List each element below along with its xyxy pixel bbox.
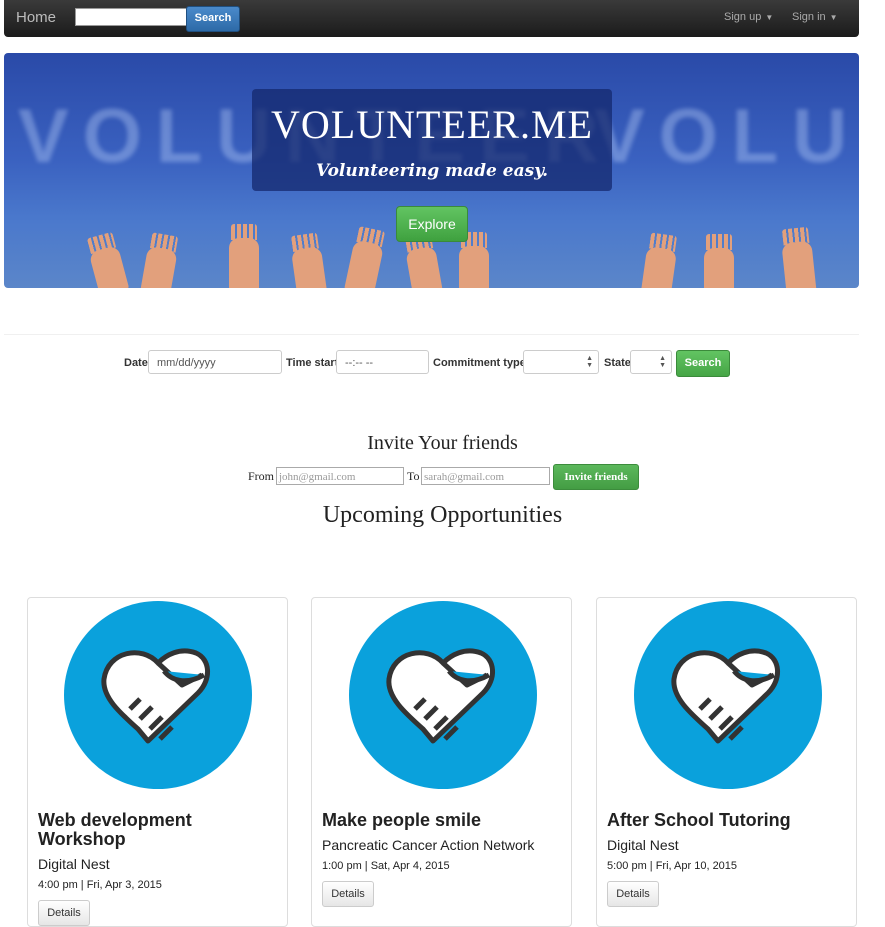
card-organization: Digital Nest [607, 837, 679, 853]
state-select[interactable]: ▲ ▼ [630, 350, 672, 374]
raised-hand-image [704, 234, 734, 288]
card-time: 1:00 pm | Sat, Apr 4, 2015 [322, 860, 450, 872]
section-divider [4, 290, 859, 335]
date-label: Date [124, 357, 148, 369]
hero-tagline: Volunteering made easy. [315, 161, 549, 181]
hero-background-text: VOLUNTEER [594, 94, 859, 179]
raised-hand-image [405, 245, 443, 288]
explore-button[interactable]: Explore [396, 206, 468, 242]
filter-search-button[interactable]: Search [676, 350, 730, 377]
invite-to-input[interactable]: sarah@gmail.com [421, 467, 550, 485]
signin-dropdown[interactable]: Sign in ▼ [792, 11, 838, 23]
handshake-heart-icon [634, 601, 822, 789]
signup-label: Sign up [724, 11, 762, 23]
raised-hand-image [343, 239, 385, 288]
opportunity-card: Web development Workshop Digital Nest 4:… [27, 597, 288, 927]
raised-hand-image [140, 245, 178, 288]
date-input[interactable]: mm/dd/yyyy [148, 350, 282, 374]
time-start-input[interactable]: --:-- -- [336, 350, 429, 374]
commitment-type-select[interactable]: ▲ ▼ [523, 350, 599, 374]
card-organization: Pancreatic Cancer Action Network [322, 837, 535, 853]
caret-down-icon: ▼ [765, 13, 774, 22]
card-title: Web development Workshop [38, 810, 192, 849]
signup-dropdown[interactable]: Sign up ▼ [724, 11, 773, 23]
details-button[interactable]: Details [607, 881, 659, 907]
hero-title-box: VOLUNTEER.ME Volunteering made easy. [252, 89, 612, 191]
raised-hand-image [229, 224, 259, 288]
hero-banner: VOLUNTEER VOLUNTEER VOLUNTEER.ME Volunte… [4, 53, 859, 288]
card-organization: Digital Nest [38, 856, 110, 872]
nav-home-link[interactable]: Home [16, 9, 56, 26]
opportunity-card: After School Tutoring Digital Nest 5:00 … [596, 597, 857, 927]
details-button[interactable]: Details [322, 881, 374, 907]
nav-search-button[interactable]: Search [186, 6, 240, 32]
raised-hand-image [640, 246, 678, 288]
caret-down-icon: ▼ [829, 13, 838, 22]
invite-from-label: From [248, 469, 275, 483]
nav-search-input[interactable] [75, 8, 187, 26]
time-start-label: Time start [286, 357, 339, 369]
card-title: Make people smile [322, 810, 482, 830]
invite-heading: Invite Your friends [367, 432, 518, 454]
select-arrows-icon: ▲ ▼ [659, 355, 666, 369]
raised-hand-image [781, 240, 817, 288]
raised-hand-image [290, 246, 328, 288]
invite-to-label: To [407, 469, 420, 483]
top-navbar: Home Search Sign up ▼ Sign in ▼ [4, 0, 859, 37]
signin-label: Sign in [792, 11, 826, 23]
opportunity-card: Make people smile Pancreatic Cancer Acti… [311, 597, 572, 927]
opportunity-filter-form: Date mm/dd/yyyy Time start --:-- -- Comm… [0, 350, 885, 378]
invite-friends-button[interactable]: Invite friends [553, 464, 639, 490]
state-label: State [604, 357, 631, 369]
handshake-heart-icon [349, 601, 537, 789]
card-time: 5:00 pm | Fri, Apr 10, 2015 [607, 860, 738, 872]
commitment-type-label: Commitment type [433, 357, 526, 369]
invite-from-input[interactable]: john@gmail.com [276, 467, 404, 485]
card-title: After School Tutoring [607, 810, 791, 830]
site-logo-title: VOLUNTEER.ME [271, 102, 593, 147]
raised-hand-image [88, 244, 130, 288]
raised-hand-image [459, 232, 489, 288]
card-time: 4:00 pm | Fri, Apr 3, 2015 [38, 879, 162, 891]
handshake-heart-icon [64, 601, 252, 789]
upcoming-heading: Upcoming Opportunities [322, 502, 563, 528]
details-button[interactable]: Details [38, 900, 90, 926]
select-arrows-icon: ▲ ▼ [586, 355, 593, 369]
